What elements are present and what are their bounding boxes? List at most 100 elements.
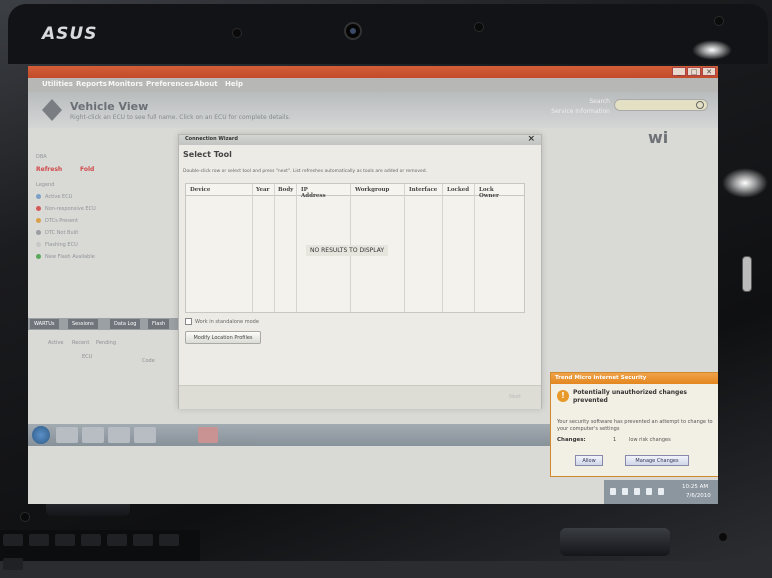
column-ecu: ECU bbox=[82, 354, 93, 360]
standalone-checkbox[interactable] bbox=[185, 318, 192, 325]
flag-icon[interactable] bbox=[634, 488, 640, 495]
menu-bar: Utilities Reports Monitors Preferences A… bbox=[28, 78, 718, 92]
screw-icon bbox=[20, 512, 30, 522]
col-locked[interactable]: Locked bbox=[447, 187, 469, 193]
volume-icon[interactable] bbox=[610, 488, 616, 495]
legend-item: Non-responsive ECU bbox=[36, 206, 96, 212]
close-icon[interactable]: × bbox=[527, 134, 535, 144]
dialog-title: Connection Wizard bbox=[185, 136, 238, 142]
tool-table[interactable]: Device Year Body IP Address Workgroup In… bbox=[185, 183, 525, 313]
legend-item: DTCs Present bbox=[36, 218, 78, 224]
service-info-link[interactable]: Service Information bbox=[551, 108, 610, 115]
bezel-top bbox=[8, 4, 768, 64]
col-workgroup[interactable]: Workgroup bbox=[355, 187, 389, 193]
minimize-button[interactable]: _ bbox=[672, 67, 686, 76]
legend-item: Active ECU bbox=[36, 194, 72, 200]
screw-icon bbox=[474, 22, 484, 32]
search-icon[interactable] bbox=[696, 101, 704, 109]
changes-count: 1 bbox=[613, 437, 617, 443]
search-input[interactable] bbox=[614, 99, 708, 111]
legend-item: DTC Not Built bbox=[36, 230, 78, 236]
taskbar-app-vehicle-view[interactable] bbox=[198, 427, 218, 443]
taskbar-app-explorer[interactable] bbox=[56, 427, 78, 443]
panel-label: DBA bbox=[36, 154, 47, 160]
screen-glare bbox=[692, 40, 732, 60]
screen: _ □ ✕ Utilities Reports Monitors Prefere… bbox=[28, 66, 718, 504]
notification-title: Trend Micro Internet Security bbox=[551, 373, 718, 384]
standalone-label[interactable]: Work in standalone mode bbox=[195, 319, 259, 325]
col-device[interactable]: Device bbox=[190, 187, 210, 193]
legend-item: Flashing ECU bbox=[36, 242, 78, 248]
tab-wartus[interactable]: WARTUs bbox=[30, 319, 59, 329]
notification-body: Your security software has prevented an … bbox=[557, 419, 713, 432]
col-year[interactable]: Year bbox=[256, 187, 269, 193]
filter-pending[interactable]: Pending bbox=[96, 340, 116, 346]
search-label: Search bbox=[589, 98, 610, 105]
menu-preferences[interactable]: Preferences bbox=[146, 80, 193, 88]
clock-time[interactable]: 10:25 AM bbox=[682, 484, 708, 490]
dialog-heading: Select Tool bbox=[183, 150, 232, 159]
maximize-button[interactable]: □ bbox=[687, 67, 701, 76]
screw-icon bbox=[232, 28, 242, 38]
menu-monitors[interactable]: Monitors bbox=[108, 80, 143, 88]
allow-button[interactable]: Allow bbox=[575, 455, 603, 466]
dialog-instructions: Double-click row or select tool and pres… bbox=[183, 169, 428, 174]
empty-results-message: NO RESULTS TO DISPLAY bbox=[306, 245, 389, 256]
screw-icon bbox=[714, 16, 724, 26]
tab-data-log[interactable]: Data Log bbox=[110, 319, 141, 329]
filter-active[interactable]: Active bbox=[48, 340, 63, 346]
modify-location-profiles-button[interactable]: Modify Location Profiles bbox=[185, 331, 261, 344]
tab-flash[interactable]: Flash bbox=[148, 319, 170, 329]
network-icon[interactable] bbox=[646, 488, 652, 495]
webcam-icon bbox=[344, 22, 362, 40]
refresh-link[interactable]: Refresh bbox=[36, 166, 62, 173]
legend-item: New Flash Available bbox=[36, 254, 95, 260]
side-port bbox=[742, 256, 752, 292]
menu-help[interactable]: Help bbox=[225, 80, 243, 88]
connection-wizard-dialog: Connection Wizard × Select Tool Double-c… bbox=[178, 134, 542, 409]
security-notification: Trend Micro Internet Security ! Potentia… bbox=[550, 372, 718, 477]
taskbar-app-media[interactable] bbox=[82, 427, 104, 443]
legend-dot-icon bbox=[36, 206, 41, 211]
security-icon[interactable] bbox=[658, 488, 664, 495]
legend-dot-icon bbox=[36, 194, 41, 199]
column-code: Code bbox=[142, 358, 155, 364]
screen-glare bbox=[722, 168, 768, 198]
fold-link[interactable]: Fold bbox=[80, 166, 94, 173]
left-panel: DBA Refresh Fold Legend Active ECU Non-r… bbox=[34, 146, 184, 306]
manage-changes-button[interactable]: Manage Changes bbox=[625, 455, 689, 466]
notification-heading: Potentially unauthorized changes prevent… bbox=[573, 389, 687, 404]
close-window-button[interactable]: ✕ bbox=[702, 67, 716, 76]
start-button[interactable] bbox=[32, 426, 50, 444]
tab-sessions[interactable]: Sessions bbox=[68, 319, 98, 329]
legend-dot-icon bbox=[36, 242, 41, 247]
keyboard-edge bbox=[0, 530, 200, 570]
menu-reports[interactable]: Reports bbox=[76, 80, 107, 88]
legend-dot-icon bbox=[36, 230, 41, 235]
col-ip-address[interactable]: IP Address bbox=[301, 187, 326, 199]
app-titlebar: _ □ ✕ bbox=[28, 66, 718, 78]
col-interface[interactable]: Interface bbox=[409, 187, 437, 193]
app-header: Vehicle View Right-click an ECU to see f… bbox=[28, 92, 718, 128]
hinge bbox=[560, 528, 670, 556]
changes-label: Changes: bbox=[557, 437, 586, 443]
brand-logo: ASUS bbox=[42, 24, 98, 44]
legend-dot-icon bbox=[36, 218, 41, 223]
battery-icon[interactable] bbox=[622, 488, 628, 495]
dialog-titlebar: Connection Wizard × bbox=[179, 134, 541, 145]
legend-dot-icon bbox=[36, 254, 41, 259]
menu-about[interactable]: About bbox=[194, 80, 218, 88]
clock-date[interactable]: 7/6/2010 bbox=[686, 493, 711, 499]
col-body[interactable]: Body bbox=[278, 187, 293, 193]
col-lock-owner[interactable]: Lock Owner bbox=[479, 187, 499, 199]
app-logo-icon bbox=[42, 99, 62, 121]
menu-utilities[interactable]: Utilities bbox=[42, 80, 73, 88]
risk-label: low risk changes bbox=[629, 437, 671, 443]
next-button[interactable]: Next bbox=[499, 391, 531, 403]
system-tray: 10:25 AM 7/6/2010 bbox=[604, 480, 718, 504]
taskbar-app-browser[interactable] bbox=[108, 427, 130, 443]
bottom-tabs: WARTUs Sessions Data Log Flash bbox=[28, 318, 178, 330]
taskbar-app-tool[interactable] bbox=[134, 427, 156, 443]
page-title: Vehicle View bbox=[70, 100, 149, 113]
filter-recent[interactable]: Recent bbox=[72, 340, 89, 346]
